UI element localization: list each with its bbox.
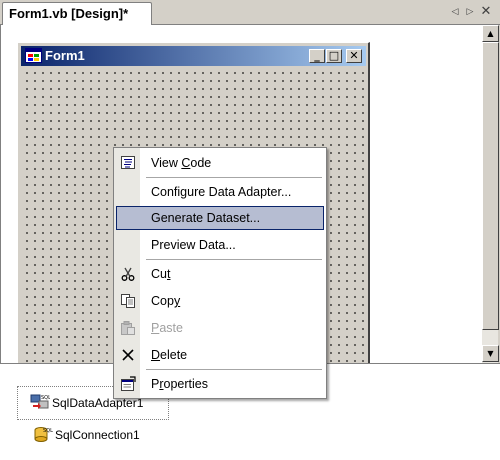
document-tab-strip: Form1.vb [Design]* ◁ ▷ ✕ [0,0,500,26]
sql-data-adapter-icon: SQL [30,394,50,409]
menu-item-generate-dataset[interactable]: Generate Dataset... [116,206,324,230]
menu-item-configure-data-adapter[interactable]: Configure Data Adapter... [116,180,324,204]
paste-icon [121,321,135,335]
tab-close-icon[interactable]: ✕ [479,4,493,20]
menu-item-label: Cut [151,267,171,281]
menu-item-label: View Code [151,156,212,170]
menu-item-view-code[interactable]: View Code [116,151,324,175]
minimize-button[interactable]: _ [309,49,325,63]
scroll-thumb[interactable] [482,42,499,330]
form-title: Form1 [45,48,85,63]
scissors-icon [121,267,135,281]
menu-item-label: Preview Data... [151,238,236,252]
designer-vertical-scrollbar[interactable]: ▲ ▼ [481,25,499,363]
menu-item-preview-data[interactable]: Preview Data... [116,233,324,257]
tab-scroll-right-icon[interactable]: ▷ [464,5,476,19]
menu-item-label: Configure Data Adapter... [151,185,292,199]
tab-scroll-left-icon[interactable]: ◁ [449,5,461,19]
view-code-icon [121,156,135,169]
context-menu: View Code Configure Data Adapter... Gene… [113,147,327,399]
properties-icon [121,376,136,391]
menu-item-label: Copy [151,294,181,308]
form-window-icon [25,48,42,63]
menu-item-properties[interactable]: Properties [116,372,324,396]
tray-item-sql-connection[interactable]: SQL SqlConnection1 [33,424,193,446]
menu-separator [146,259,322,260]
menu-item-label: Generate Dataset... [151,211,261,225]
tray-item-label: SqlConnection1 [55,428,140,442]
menu-item-label: Properties [151,377,208,391]
copy-icon [121,294,135,308]
menu-item-paste: Paste [116,316,324,340]
menu-item-label: Delete [151,348,188,362]
menu-item-copy[interactable]: Copy [116,289,324,313]
svg-text:SQL: SQL [43,428,53,434]
menu-separator [146,369,322,370]
scroll-down-button[interactable]: ▼ [482,345,499,362]
menu-item-cut[interactable]: Cut [116,262,324,286]
tab-form1-design[interactable]: Form1.vb [Design]* [2,2,152,26]
sql-connection-icon: SQL [34,427,53,442]
close-button[interactable]: ✕ [346,49,362,63]
menu-item-delete[interactable]: Delete [116,343,324,367]
scroll-up-button[interactable]: ▲ [482,25,499,42]
form-title-bar[interactable]: Form1 _ □ ✕ [21,46,366,66]
menu-item-label: Paste [151,321,183,335]
maximize-button[interactable]: □ [326,49,342,63]
menu-separator [146,177,322,178]
svg-text:SQL: SQL [41,395,50,401]
delete-icon [122,349,134,361]
